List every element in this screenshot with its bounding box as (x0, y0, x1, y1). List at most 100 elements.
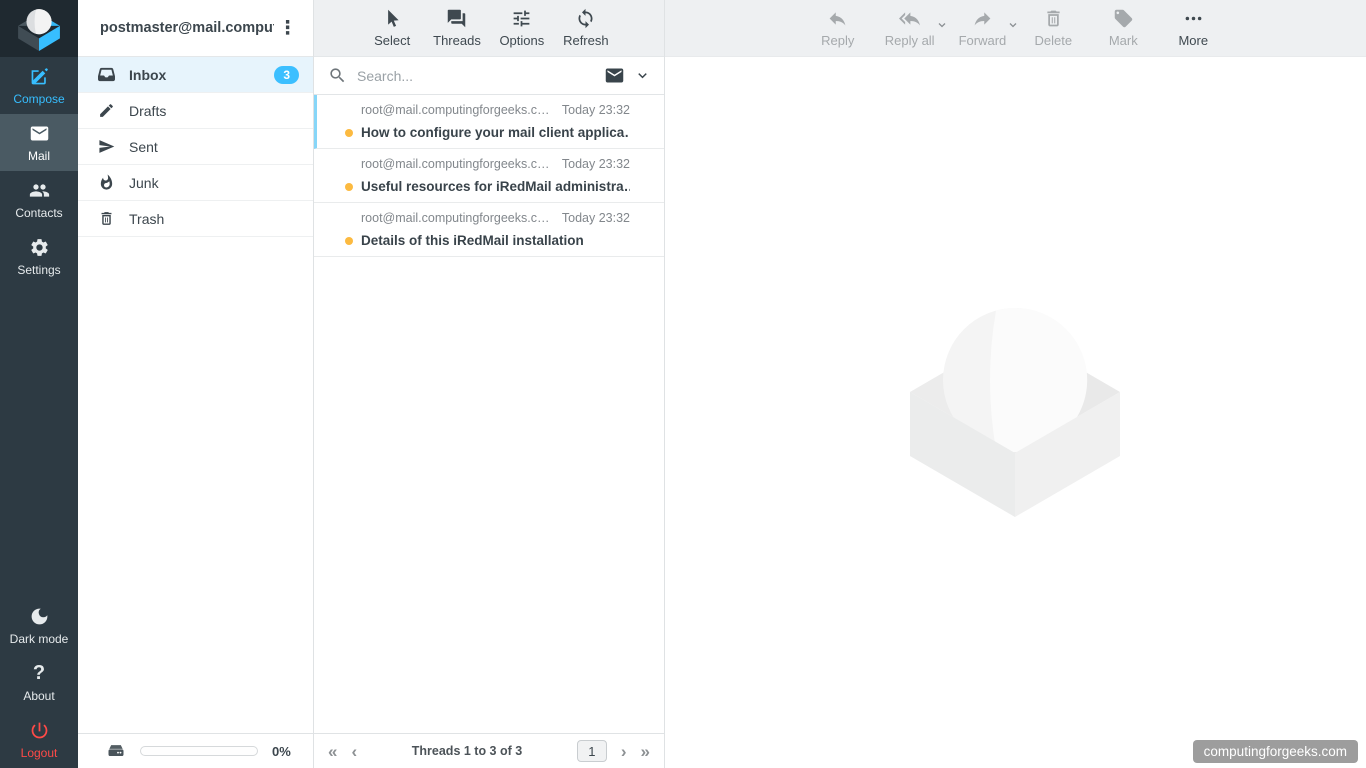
roundcube-logo-icon (16, 6, 62, 52)
message-sender: root@mail.computingforgeeks.c… (361, 103, 549, 117)
button-label: Refresh (563, 33, 609, 48)
sync-icon (575, 8, 596, 29)
tag-icon (1113, 8, 1134, 29)
folder-item-sent[interactable]: Sent (78, 129, 313, 165)
kebab-menu-icon[interactable]: ⋮ (274, 17, 301, 40)
folder-name: Trash (129, 211, 299, 227)
sidebar-item-mail[interactable]: Mail (0, 114, 78, 171)
unread-dot-icon (345, 237, 353, 245)
paper-plane-icon (98, 138, 115, 155)
sidebar-item-label: Dark mode (10, 632, 69, 646)
account-header: postmaster@mail.computin… ⋮ (78, 0, 313, 57)
folder-item-drafts[interactable]: Drafts (78, 93, 313, 129)
sidebar-item-label: Mail (28, 149, 50, 163)
flame-icon (98, 174, 115, 191)
more-button[interactable]: More (1170, 8, 1216, 48)
disk-icon (106, 741, 126, 761)
message-row[interactable]: root@mail.computingforgeeks.c… Today 23:… (314, 95, 664, 149)
folder-name: Junk (129, 175, 299, 191)
compose-icon (29, 66, 50, 87)
folder-name: Sent (129, 139, 299, 155)
options-button[interactable]: Options (499, 8, 545, 48)
reply-all-button[interactable]: Reply all (885, 8, 935, 48)
next-page-button[interactable]: › (621, 743, 627, 760)
message-subject: Details of this iRedMail installation (361, 233, 584, 248)
chevron-down-icon[interactable] (1007, 19, 1019, 34)
select-button[interactable]: Select (369, 8, 415, 48)
button-label: Threads (433, 33, 481, 48)
button-label: Reply (821, 33, 854, 48)
message-sender: root@mail.computingforgeeks.c… (361, 211, 549, 225)
sidebar-item-label: Logout (21, 746, 58, 760)
reply-all-arrows-icon (899, 8, 920, 29)
button-label: Options (499, 33, 544, 48)
search-options-chevron-down-icon[interactable] (635, 68, 650, 83)
site-watermark: computingforgeeks.com (1193, 740, 1358, 763)
quota-percent: 0% (272, 744, 291, 759)
search-input[interactable] (357, 68, 594, 84)
chevron-down-icon[interactable] (936, 19, 948, 34)
question-icon: ? (33, 663, 45, 684)
folder-item-trash[interactable]: Trash (78, 201, 313, 237)
sidebar-item-settings[interactable]: Settings (0, 228, 78, 285)
forward-button[interactable]: Forward (959, 8, 1007, 48)
list-status-text: Threads 1 to 3 of 3 (371, 744, 563, 758)
search-scope-envelope-icon[interactable] (604, 65, 625, 86)
message-date: Today 23:32 (562, 211, 630, 225)
message-subject: Useful resources for iRedMail administra… (361, 179, 630, 194)
folder-list: Inbox 3 Drafts Sent Junk Trash (78, 57, 313, 733)
moon-icon (29, 606, 50, 627)
sidebar-spacer (0, 285, 78, 597)
message-sender: root@mail.computingforgeeks.c… (361, 157, 549, 171)
forward-arrow-icon (972, 8, 993, 29)
threads-button[interactable]: Threads (433, 8, 481, 48)
message-row[interactable]: root@mail.computingforgeeks.c… Today 23:… (314, 149, 664, 203)
message-date: Today 23:32 (562, 157, 630, 171)
message-subject: How to configure your mail client applic… (361, 125, 630, 140)
message-list: root@mail.computingforgeeks.c… Today 23:… (314, 95, 664, 733)
sidebar-item-compose[interactable]: Compose (0, 57, 78, 114)
first-page-button[interactable]: « (328, 743, 337, 760)
folder-item-inbox[interactable]: Inbox 3 (78, 57, 313, 93)
sidebar-item-contacts[interactable]: Contacts (0, 171, 78, 228)
unread-dot-icon (345, 183, 353, 191)
folder-pane: postmaster@mail.computin… ⋮ Inbox 3 Draf… (78, 0, 313, 768)
roundcube-watermark-logo (900, 300, 1130, 530)
webmail-app: Compose Mail Contacts Settings Dark mode… (0, 0, 1366, 768)
envelope-icon (29, 123, 50, 144)
reply-arrow-icon (827, 8, 848, 29)
search-icon (328, 66, 347, 85)
sidebar-item-dark-mode[interactable]: Dark mode (0, 597, 78, 654)
pencil-icon (98, 102, 115, 119)
sliders-icon (511, 8, 532, 29)
folder-item-junk[interactable]: Junk (78, 165, 313, 201)
delete-button[interactable]: Delete (1030, 8, 1076, 48)
button-label: Mark (1109, 33, 1138, 48)
button-label: Forward (959, 33, 1007, 48)
trash-icon (1043, 8, 1064, 29)
refresh-button[interactable]: Refresh (563, 8, 609, 48)
folder-name: Drafts (129, 103, 299, 119)
account-email: postmaster@mail.computin… (100, 20, 274, 36)
prev-page-button[interactable]: ‹ (351, 743, 357, 760)
unread-count-badge: 3 (274, 66, 299, 84)
folder-name: Inbox (129, 67, 260, 83)
mark-button[interactable]: Mark (1100, 8, 1146, 48)
power-icon (29, 720, 50, 741)
list-toolbar: Select Threads Options Refresh (314, 0, 664, 57)
quota-progressbar (140, 746, 258, 756)
sidebar-item-label: Compose (13, 92, 64, 106)
page-number-input[interactable]: 1 (577, 740, 607, 762)
ellipsis-icon (1183, 8, 1204, 29)
last-page-button[interactable]: » (641, 743, 650, 760)
reply-button[interactable]: Reply (815, 8, 861, 48)
gear-icon (29, 237, 50, 258)
sidebar-item-logout[interactable]: Logout (0, 711, 78, 768)
message-row[interactable]: root@mail.computingforgeeks.c… Today 23:… (314, 203, 664, 257)
inbox-tray-icon (98, 66, 115, 83)
sidebar-item-label: Contacts (15, 206, 62, 220)
sidebar-item-about[interactable]: ? About (0, 654, 78, 711)
button-label: More (1178, 33, 1208, 48)
sidebar-item-label: About (23, 689, 54, 703)
button-label: Reply all (885, 33, 935, 48)
